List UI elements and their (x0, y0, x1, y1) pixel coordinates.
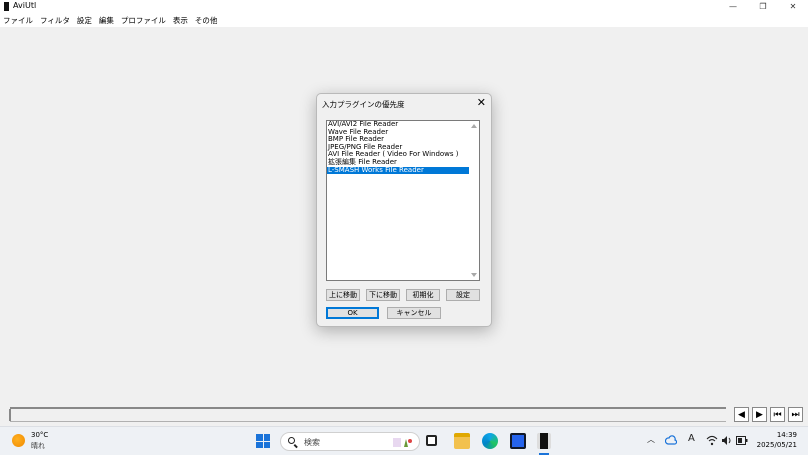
prev-frame-button[interactable]: ◀ (734, 407, 749, 422)
seek-bar[interactable] (10, 407, 726, 409)
menu-bar: ファイル フィルタ 設定 編集 プロファイル 表示 その他 (0, 13, 808, 27)
start-button[interactable] (256, 434, 270, 448)
ime-mode-icon[interactable]: A (688, 433, 695, 444)
window-titlebar: AviUtl — ❐ ✕ (0, 0, 808, 13)
maximize-button[interactable]: ❐ (748, 0, 778, 13)
listbox-scrollbar[interactable] (469, 121, 479, 280)
ok-button[interactable]: OK (326, 307, 379, 319)
start-tile-icon (256, 441, 263, 448)
search-icon (288, 437, 295, 444)
start-tile-icon (263, 434, 270, 441)
search-placeholder: 検索 (304, 438, 320, 447)
window-title: AviUtl (13, 1, 37, 10)
file-explorer-icon[interactable] (454, 433, 470, 449)
aviutl-app-icon (2, 2, 9, 11)
search-highlight-icon (393, 438, 412, 447)
volume-icon[interactable] (721, 435, 732, 446)
menu-filter[interactable]: フィルタ (40, 15, 74, 26)
plugin-list: AVI/AVI2 File Reader Wave File Reader BMP … (327, 121, 469, 175)
first-frame-button[interactable]: ⏮ (770, 407, 785, 422)
menu-view[interactable]: 表示 (173, 15, 192, 26)
menu-profile[interactable]: プロファイル (121, 15, 170, 26)
settings-button[interactable]: 設定 (446, 289, 480, 301)
clock-date[interactable]: 2025/05/21 (757, 441, 797, 449)
input-plugin-priority-dialog: 入力プラグインの優先度 ✕ AVI/AVI2 File Reader Wave F… (316, 93, 492, 327)
last-frame-button[interactable]: ⏭ (788, 407, 803, 422)
next-frame-button[interactable]: ▶ (752, 407, 767, 422)
plugin-list-item[interactable]: L-SMASH Works File Reader (327, 166, 469, 175)
task-view-icon[interactable] (426, 435, 437, 446)
plugin-listbox[interactable]: AVI/AVI2 File Reader Wave File Reader BMP … (326, 120, 480, 281)
menu-file[interactable]: ファイル (3, 15, 37, 26)
seek-bar-handle[interactable] (9, 409, 11, 421)
scroll-up-arrow-icon[interactable] (471, 124, 477, 128)
battery-icon[interactable] (736, 436, 748, 445)
weather-sun-icon[interactable] (12, 434, 25, 447)
dialog-title: 入力プラグインの優先度 (322, 100, 405, 109)
move-up-button[interactable]: 上に移動 (326, 289, 360, 301)
seek-bar-baseline (10, 421, 726, 422)
edge-browser-icon[interactable] (482, 433, 498, 449)
minimize-button[interactable]: — (718, 0, 748, 13)
close-button[interactable]: ✕ (778, 0, 808, 13)
aviutl-taskbar-icon[interactable] (537, 433, 551, 449)
microsoft-store-icon[interactable] (510, 433, 526, 449)
start-tile-icon (256, 434, 263, 441)
cloud-sync-icon[interactable] (665, 435, 677, 447)
taskbar: 30°C 晴れ 検索 ︿ A 14:39 2025/05/21 (0, 426, 808, 455)
show-hidden-icons-chevron-icon[interactable]: ︿ (647, 434, 655, 445)
wifi-icon[interactable] (706, 435, 718, 446)
cancel-button[interactable]: キャンセル (387, 307, 441, 319)
menu-edit[interactable]: 編集 (99, 15, 118, 26)
move-down-button[interactable]: 下に移動 (366, 289, 400, 301)
weather-temperature[interactable]: 30°C (31, 431, 48, 439)
weather-description[interactable]: 晴れ (31, 441, 45, 451)
menu-settings[interactable]: 設定 (77, 15, 96, 26)
start-tile-icon (263, 441, 270, 448)
scroll-down-arrow-icon[interactable] (471, 273, 477, 277)
reset-button[interactable]: 初期化 (406, 289, 440, 301)
window-controls: — ❐ ✕ (718, 0, 808, 13)
dialog-close-button[interactable]: ✕ (477, 96, 486, 110)
taskbar-search-box[interactable]: 検索 (280, 432, 420, 451)
menu-other[interactable]: その他 (195, 15, 222, 26)
clock-time[interactable]: 14:39 (777, 431, 797, 439)
